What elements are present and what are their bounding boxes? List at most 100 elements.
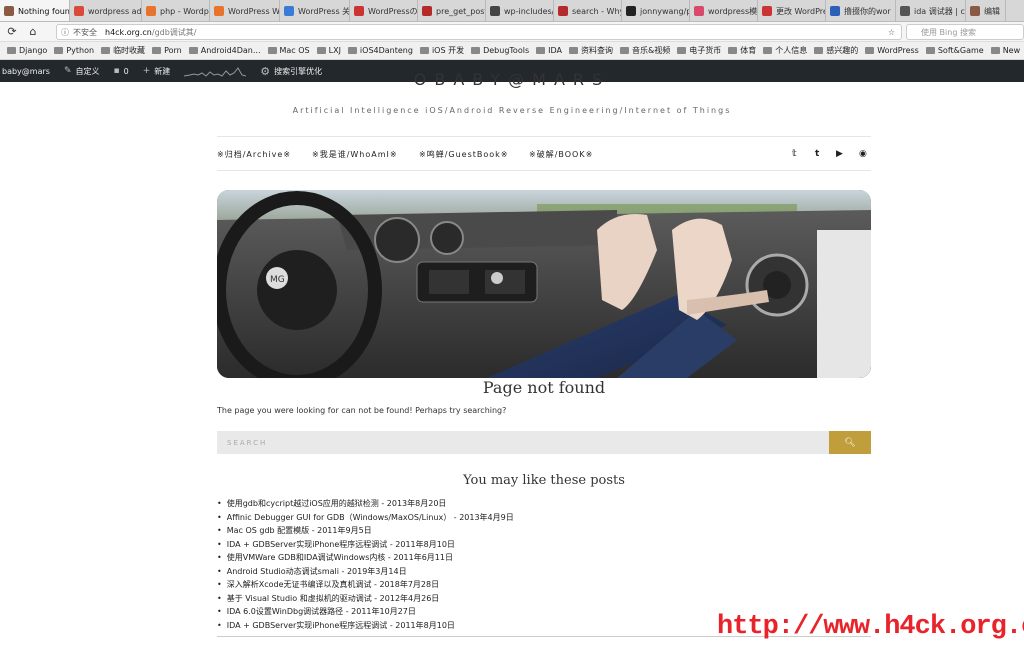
bookmark-label: 个人信息 [775,46,808,55]
bookmark-label: WordPress [877,46,919,55]
tab-favicon-icon [558,6,568,16]
home-icon[interactable]: ⌂ [24,23,42,41]
browser-tab[interactable]: 编辑 [966,0,1006,21]
related-post-link[interactable]: Affinic Debugger GUI for GDB（Windows/Max… [217,511,514,525]
header-image: MG [217,190,871,378]
bookmark-label: 资料查询 [580,46,613,55]
rss-icon[interactable]: ◉ [859,149,867,159]
folder-icon [419,47,429,54]
bookmark-folder[interactable]: Android4Dan... [188,46,261,55]
bookmark-folder[interactable]: WordPress [865,46,919,55]
menu-item-archive[interactable]: ※归档/Archive※ [217,149,291,160]
site-title[interactable]: OBABY@MARS [0,70,1024,89]
related-post-link[interactable]: 基于 Visual Studio 和虚拟机的驱动调试 - 2012年4月26日 [217,592,514,606]
browser-tab[interactable]: WordPress W [210,0,280,21]
related-post-link[interactable]: 使用gdb和cycript越过iOS应用的越狱检测 - 2013年8月20日 [217,497,514,511]
bookmark-label: Python [66,46,95,55]
browser-tab[interactable]: pre_get_posts [418,0,486,21]
bookmark-folder[interactable]: Python [54,46,94,55]
tab-title: 更改 WordPre [776,6,826,16]
folder-icon [101,47,111,54]
bookmark-folder[interactable]: 电子货币 [677,45,721,56]
tab-title: ida 调试器 | c [914,6,965,16]
bookmark-folder[interactable]: Django [7,46,47,55]
tab-favicon-icon [970,6,980,16]
bookmark-folder[interactable]: 个人信息 [763,45,807,56]
bookmark-folder[interactable]: Soft&Game [925,46,984,55]
page-title: Page not found [482,378,606,397]
folder-icon [7,47,16,54]
search-button[interactable]: 🔍︎ [829,431,871,454]
reload-icon[interactable]: ⟳ [3,23,21,41]
bookmark-label: iOS4Danteng [359,46,413,55]
folder-icon [536,47,546,54]
insecure-label: 不安全 [73,27,97,37]
bookmark-label: DebugTools [483,46,530,55]
info-icon[interactable]: ⓘ [61,27,69,38]
menu-item-whoami[interactable]: ※我是谁/WhoAmI※ [312,149,398,160]
related-post-link[interactable]: 深入解析Xcode无证书编译以及真机调试 - 2018年7月28日 [217,578,514,592]
related-post-link[interactable]: Mac OS gdb 配置模版 - 2011年9月5日 [217,524,514,538]
bookmark-star-icon[interactable]: ☆ [888,28,895,37]
tab-title: wp-includes/ [504,6,554,16]
bookmark-folder[interactable]: 体育 [728,45,756,56]
bookmark-folder[interactable]: 音乐&视频 [619,45,670,56]
bookmark-label: 体育 [740,46,757,55]
tab-favicon-icon [4,6,14,16]
related-post-link[interactable]: 使用VMWare GDB和IDA调试Windows内核 - 2011年6月11日 [217,551,514,565]
watermark: http://www.h4ck.org.cn [717,612,1024,642]
tab-title: WordPress 关 [298,6,350,16]
site-search-input[interactable]: SEARCH [217,431,829,454]
menu-item-book[interactable]: ※破解/BOOK※ [529,149,593,160]
tab-title: wordpress ad [88,6,142,16]
bookmark-folder[interactable]: Mac OS [267,46,310,55]
bookmark-folder[interactable]: LXJ [316,46,341,55]
url-host: h4ck.org.cn [105,27,152,37]
tab-favicon-icon [626,6,636,16]
folder-icon [188,47,198,54]
svg-text:MG: MG [270,275,285,285]
bookmark-folder[interactable]: New [990,46,1020,55]
browser-tab[interactable]: wordpress ad [70,0,142,21]
related-post-link[interactable]: IDA + GDBServer实现iPhone程序远程调试 - 2011年8月1… [217,538,514,552]
browser-tab[interactable]: Nothing found [0,0,70,21]
related-post-link[interactable]: IDA + GDBServer实现iPhone程序远程调试 - 2011年8月1… [217,619,514,633]
bookmark-folder[interactable]: 资料查询 [568,45,613,56]
folder-icon [814,47,824,54]
browser-tab[interactable]: wp-includes/ [486,0,554,21]
bookmark-label: LXJ [328,46,341,55]
bookmark-folder[interactable]: 临时收藏 [101,45,145,56]
bookmark-label: Django [19,46,48,55]
browser-tab[interactable]: 更改 WordPre [758,0,826,21]
browser-tab[interactable]: jonnywang/ph [622,0,690,21]
twitter-icon[interactable]: 𝕥 [792,149,797,159]
bookmark-folder[interactable]: 感兴趣的 [814,45,858,56]
browser-tab[interactable]: wordpress模 [690,0,758,21]
tab-favicon-icon [830,6,840,16]
bookmark-folder[interactable]: DebugTools [471,46,529,55]
related-posts-heading: You may like these posts [463,473,625,488]
url-bar[interactable]: ⓘ 不安全 h4ck.org.cn /gdb调试其/ ☆ [56,24,902,40]
menu-item-guestbook[interactable]: ※鸣蝉/GuestBook※ [419,149,509,160]
browser-tab[interactable]: php - Wordpr [142,0,210,21]
youtube-icon[interactable]: ▶ [836,149,843,159]
browser-tab[interactable]: WordPress 关 [280,0,350,21]
browser-search-input[interactable]: 使用 Bing 搜索 [906,24,1024,40]
bookmark-folder[interactable]: Porn [152,46,182,55]
browser-tab[interactable]: 撸掇你的wor [826,0,896,21]
related-post-link[interactable]: Android Studio动态调试smali - 2019年3月14日 [217,565,514,579]
bookmark-folder[interactable]: iOS 开发 [419,45,464,56]
related-post-link[interactable]: IDA 6.0设置WinDbg调试器路径 - 2011年10月27日 [217,605,514,619]
bookmark-folder[interactable]: iOS4Danteng [347,46,413,55]
bookmark-label: 感兴趣的 [826,46,859,55]
folder-icon [677,47,687,54]
bookmark-folder[interactable]: IDA [536,46,562,55]
tumblr-icon[interactable]: t [815,149,819,159]
browser-tab[interactable]: ida 调试器 | c [896,0,966,21]
tab-title: Nothing found [18,6,70,16]
folder-icon [728,47,738,54]
bookmark-label: IDA [548,46,562,55]
browser-tab[interactable]: search - Why [554,0,622,21]
folder-icon [347,47,357,54]
browser-tab[interactable]: WordPressの [350,0,418,21]
